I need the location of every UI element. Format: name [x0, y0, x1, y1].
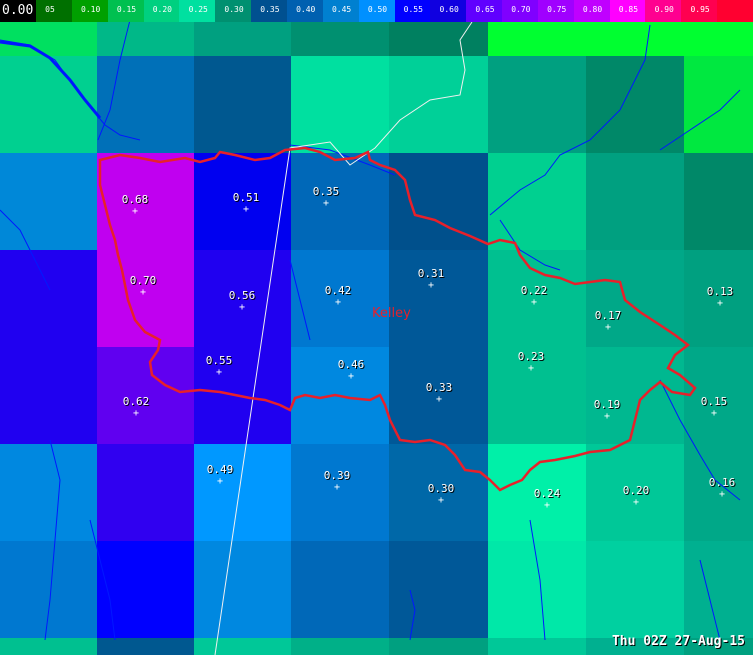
value-label: 0.55 — [205, 354, 233, 367]
station-marker: + — [139, 287, 147, 298]
station-marker: + — [132, 408, 140, 419]
legend-first-label: 0.00 — [0, 0, 36, 22]
value-label: 0.56 — [228, 289, 256, 302]
county-label: Kelley — [372, 306, 411, 321]
value-label: 0.22 — [520, 284, 548, 297]
legend-label: 0.35 — [260, 5, 280, 14]
legend-label: 0.15 — [116, 5, 137, 14]
value-label: 0.46 — [337, 358, 365, 371]
river-line — [529, 519, 546, 641]
value-label: 0.70 — [129, 274, 157, 287]
value-label: 0.30 — [427, 482, 455, 495]
value-label: 0.31 — [417, 267, 445, 280]
legend-label: 0.55 — [403, 5, 423, 14]
station-marker: + — [322, 198, 330, 209]
value-label: 0.15 — [700, 395, 728, 408]
station-marker: + — [333, 482, 341, 493]
legend-label: 0.70 — [511, 5, 531, 14]
river-line — [699, 559, 721, 641]
river-line — [0, 39, 141, 141]
value-label: 0.51 — [232, 191, 260, 204]
legend-swatch — [717, 0, 753, 22]
station-marker: + — [216, 476, 224, 487]
station-marker: + — [530, 297, 538, 308]
legend-label: 0.80 — [582, 5, 603, 14]
station-marker: + — [242, 204, 250, 215]
value-label: 0.13 — [706, 285, 734, 298]
station-marker: + — [718, 489, 726, 500]
station-marker: + — [131, 206, 139, 217]
station-marker: + — [334, 297, 342, 308]
station-marker: + — [716, 298, 724, 309]
station-marker: + — [543, 500, 551, 511]
value-label: 0.16 — [708, 476, 736, 489]
station-marker: + — [437, 495, 445, 506]
value-label: 0.62 — [122, 395, 150, 408]
station-marker: + — [215, 367, 223, 378]
value-label: 0.68 — [121, 193, 149, 206]
river-line — [89, 519, 116, 641]
value-label: 0.23 — [517, 350, 545, 363]
river-line — [499, 219, 561, 271]
color-legend: 0.00 05 0.10 0.15 0.20 0.25 0.30 0.35 0.40 0.45 0.… — [0, 0, 753, 22]
value-label: 0.19 — [593, 398, 621, 411]
station-marker: + — [427, 280, 435, 291]
value-label: 0.35 — [312, 185, 340, 198]
legend-label: 0.85 — [618, 5, 639, 14]
legend-label: 0.90 — [654, 5, 674, 14]
station-marker: + — [347, 371, 355, 382]
value-label: 0.39 — [323, 469, 351, 482]
legend-label: 0.10 — [81, 5, 101, 14]
river-line — [489, 24, 651, 216]
road-line — [214, 21, 473, 655]
river-line — [409, 589, 416, 641]
legend-label: 0.60 — [439, 5, 459, 14]
river-line — [289, 259, 311, 341]
legend-label: 0.40 — [296, 5, 316, 14]
timestamp: Thu 02Z 27-Aug-15 — [611, 634, 745, 649]
station-marker: + — [238, 302, 246, 313]
river-line — [0, 209, 51, 291]
value-label: 0.17 — [594, 309, 622, 322]
legend-label: 0.45 — [331, 5, 352, 14]
station-marker: + — [710, 408, 718, 419]
legend-label: 0.30 — [224, 5, 244, 14]
value-label: 0.49 — [206, 463, 234, 476]
station-marker: + — [632, 497, 640, 508]
legend-label: 0.95 — [690, 5, 710, 14]
river-line — [659, 89, 741, 151]
legend-label: 0.20 — [152, 5, 172, 14]
value-label: 0.33 — [425, 381, 453, 394]
value-label: 0.20 — [622, 484, 650, 497]
legend-label: 0.50 — [367, 5, 388, 14]
station-marker: + — [527, 363, 535, 374]
value-label: 0.42 — [324, 284, 352, 297]
station-marker: + — [603, 411, 611, 422]
river-line — [44, 439, 61, 641]
map-overlay — [0, 19, 741, 655]
map-viewer: 0.00 05 0.10 0.15 0.20 0.25 0.30 0.35 0.40 0.45 0.… — [0, 0, 753, 655]
station-marker: + — [604, 322, 612, 333]
legend-label: 05 — [45, 5, 55, 14]
legend-label: 0.75 — [547, 5, 567, 14]
value-label: 0.24 — [533, 487, 561, 500]
state-border — [0, 40, 102, 119]
station-marker: + — [435, 394, 443, 405]
legend-label: 0.65 — [475, 5, 495, 14]
legend-label: 0.25 — [188, 5, 208, 14]
